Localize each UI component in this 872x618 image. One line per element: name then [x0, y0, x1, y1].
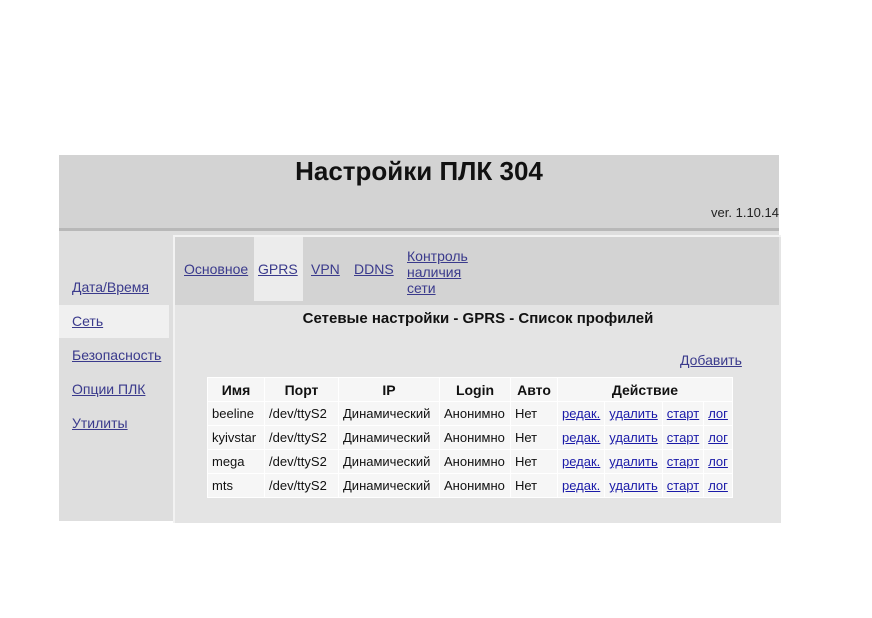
- cell-auto: Нет: [511, 450, 557, 473]
- cell-port: /dev/ttyS2: [265, 402, 338, 425]
- cell-start: старт: [662, 402, 704, 425]
- start-link[interactable]: старт: [667, 454, 699, 469]
- sidebar-item-datetime[interactable]: Дата/Время: [59, 271, 169, 304]
- cell-ip: Динамический: [339, 474, 439, 497]
- page-title: Настройки ПЛК 304: [295, 156, 543, 186]
- table-row: kyivstar /dev/ttyS2 Динамический Анонимн…: [208, 426, 732, 449]
- cell-name: mega: [208, 450, 264, 473]
- cell-edit: редак.: [558, 450, 605, 473]
- start-link[interactable]: старт: [667, 430, 699, 445]
- table-row: mts /dev/ttyS2 Динамический Анонимно Нет…: [208, 474, 732, 497]
- cell-start: старт: [662, 474, 704, 497]
- delete-link[interactable]: удалить: [609, 454, 657, 469]
- content-panel: Основное GPRS VPN DDNS Контроль наличия …: [173, 235, 781, 523]
- cell-log: лог: [704, 474, 732, 497]
- edit-link[interactable]: редак.: [562, 478, 600, 493]
- tab-gprs[interactable]: GPRS: [254, 237, 303, 301]
- cell-ip: Динамический: [339, 426, 439, 449]
- tab-vpn[interactable]: VPN: [307, 237, 344, 301]
- cell-port: /dev/ttyS2: [265, 426, 338, 449]
- delete-link[interactable]: удалить: [609, 430, 657, 445]
- cell-port: /dev/ttyS2: [265, 474, 338, 497]
- cell-login: Анонимно: [440, 402, 510, 425]
- cell-delete: удалить: [605, 426, 662, 449]
- cell-edit: редак.: [558, 474, 605, 497]
- tab-ddns[interactable]: DDNS: [350, 237, 398, 301]
- sidebar-item-utilities[interactable]: Утилиты: [59, 407, 169, 440]
- cell-delete: удалить: [605, 450, 662, 473]
- log-link[interactable]: лог: [708, 478, 728, 493]
- cell-auto: Нет: [511, 474, 557, 497]
- settings-page: Настройки ПЛК 304 ver. 1.10.14 Дата/Врем…: [59, 155, 781, 523]
- delete-link[interactable]: удалить: [609, 478, 657, 493]
- cell-auto: Нет: [511, 426, 557, 449]
- cell-log: лог: [704, 450, 732, 473]
- edit-link[interactable]: редак.: [562, 454, 600, 469]
- sidebar-item-network[interactable]: Сеть: [59, 305, 169, 338]
- cell-port: /dev/ttyS2: [265, 450, 338, 473]
- cell-login: Анонимно: [440, 474, 510, 497]
- table-header-row: Имя Порт IP Login Авто Действие: [208, 378, 732, 401]
- tab-bar: Основное GPRS VPN DDNS Контроль наличия …: [175, 237, 779, 305]
- cell-name: beeline: [208, 402, 264, 425]
- cell-edit: редак.: [558, 426, 605, 449]
- section-title: Сетевые настройки - GPRS - Список профил…: [302, 310, 654, 327]
- cell-delete: удалить: [605, 474, 662, 497]
- cell-ip: Динамический: [339, 450, 439, 473]
- table-row: mega /dev/ttyS2 Динамический Анонимно Не…: [208, 450, 732, 473]
- tab-main[interactable]: Основное: [180, 237, 252, 301]
- cell-name: mts: [208, 474, 264, 497]
- cell-edit: редак.: [558, 402, 605, 425]
- cell-ip: Динамический: [339, 402, 439, 425]
- version-label: ver. 1.10.14: [711, 205, 779, 220]
- tab-network-check-line-1: Контроль: [407, 248, 468, 264]
- start-link[interactable]: старт: [667, 406, 699, 421]
- sidebar: Дата/Время Сеть Безопасность Опции ПЛК У…: [59, 231, 173, 521]
- log-link[interactable]: лог: [708, 454, 728, 469]
- tab-network-check[interactable]: Контроль наличия сети: [403, 237, 472, 301]
- profiles-table: Имя Порт IP Login Авто Действие beeline …: [207, 377, 733, 498]
- cell-log: лог: [704, 402, 732, 425]
- table-row: beeline /dev/ttyS2 Динамический Анонимно…: [208, 402, 732, 425]
- cell-log: лог: [704, 426, 732, 449]
- tab-network-check-line-3: сети: [407, 280, 436, 296]
- add-profile-link[interactable]: Добавить: [680, 352, 742, 368]
- cell-start: старт: [662, 426, 704, 449]
- column-header-auto: Авто: [511, 378, 557, 401]
- column-header-login: Login: [440, 378, 510, 401]
- sidebar-item-security[interactable]: Безопасность: [59, 339, 169, 372]
- cell-auto: Нет: [511, 402, 557, 425]
- cell-delete: удалить: [605, 402, 662, 425]
- sidebar-item-plc-options[interactable]: Опции ПЛК: [59, 373, 169, 406]
- cell-login: Анонимно: [440, 426, 510, 449]
- column-header-name: Имя: [208, 378, 264, 401]
- column-header-action: Действие: [558, 378, 732, 401]
- start-link[interactable]: старт: [667, 478, 699, 493]
- page-header: Настройки ПЛК 304 ver. 1.10.14: [59, 155, 779, 231]
- delete-link[interactable]: удалить: [609, 406, 657, 421]
- cell-login: Анонимно: [440, 450, 510, 473]
- log-link[interactable]: лог: [708, 406, 728, 421]
- column-header-ip: IP: [339, 378, 439, 401]
- log-link[interactable]: лог: [708, 430, 728, 445]
- cell-start: старт: [662, 450, 704, 473]
- tab-network-check-line-2: наличия: [407, 264, 462, 280]
- edit-link[interactable]: редак.: [562, 430, 600, 445]
- edit-link[interactable]: редак.: [562, 406, 600, 421]
- cell-name: kyivstar: [208, 426, 264, 449]
- column-header-port: Порт: [265, 378, 338, 401]
